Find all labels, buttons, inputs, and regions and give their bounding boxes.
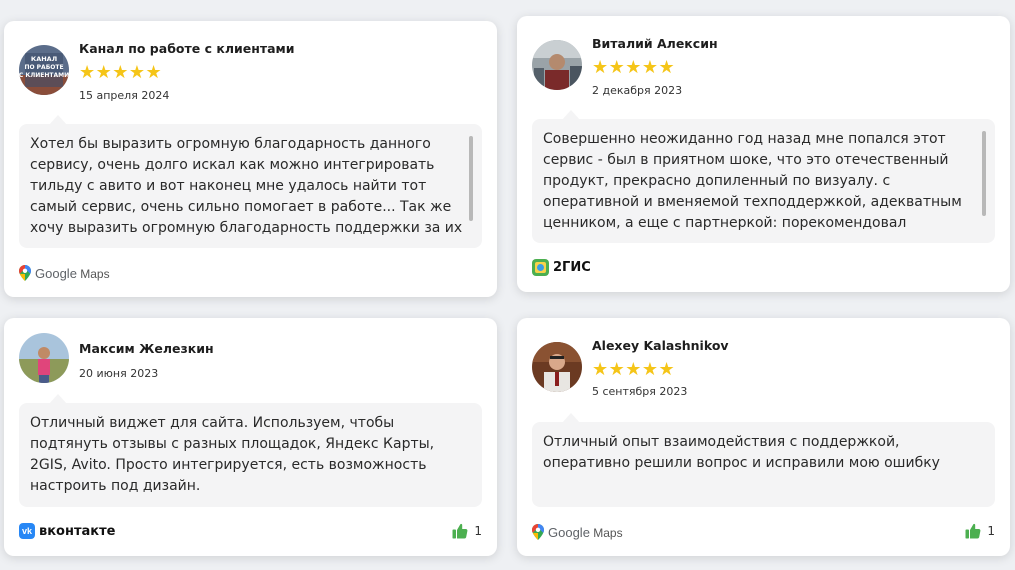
review-text: Отличный виджет для сайта. Используем, ч… xyxy=(30,415,435,494)
author-name: Максим Железкин xyxy=(79,341,214,356)
review-text-bubble[interactable]: Хотел бы выразить огромную благодарность… xyxy=(19,115,482,248)
like-count: 1 xyxy=(987,524,995,538)
avatar xyxy=(19,333,69,383)
source-label: вконтакте xyxy=(39,523,116,539)
vk-logo-icon: vk xyxy=(19,523,35,539)
author-name: Alexey Kalashnikov xyxy=(592,338,729,353)
source-label: Google Maps xyxy=(35,265,110,281)
review-card: КАНАЛ ПО РАБОТЕ С КЛИЕНТАМИ Канал по раб… xyxy=(4,21,497,297)
like-button[interactable]: 1 xyxy=(452,523,482,539)
review-text: Совершенно неожиданно год назад мне попа… xyxy=(543,131,962,231)
thumbs-up-icon xyxy=(965,523,981,539)
review-source[interactable]: Google Maps xyxy=(19,265,110,281)
source-label: Google Maps xyxy=(548,524,623,540)
scrollbar[interactable] xyxy=(469,136,473,221)
review-card: Виталий Алексин ★★★★★ 2 декабря 2023 Сов… xyxy=(517,16,1010,292)
review-date: 5 сентября 2023 xyxy=(592,385,688,398)
avatar xyxy=(532,40,582,90)
review-date: 15 апреля 2024 xyxy=(79,89,170,102)
review-card: Максим Железкин 20 июня 2023 Отличный ви… xyxy=(4,318,497,556)
scrollbar[interactable] xyxy=(982,131,986,216)
review-text-bubble[interactable]: Отличный опыт взаимодействия с поддержко… xyxy=(532,413,995,507)
google-maps-pin-icon xyxy=(532,524,544,540)
svg-text:ПО РАБОТЕ: ПО РАБОТЕ xyxy=(24,64,63,71)
author-name: Виталий Алексин xyxy=(592,36,718,51)
avatar: КАНАЛ ПО РАБОТЕ С КЛИЕНТАМИ xyxy=(19,45,69,95)
review-text: Отличный опыт взаимодействия с поддержко… xyxy=(543,434,940,471)
thumbs-up-icon xyxy=(452,523,468,539)
google-maps-pin-icon xyxy=(19,265,31,281)
like-count: 1 xyxy=(474,524,482,538)
review-date: 20 июня 2023 xyxy=(79,367,159,380)
review-text-bubble[interactable]: Совершенно неожиданно год назад мне попа… xyxy=(532,110,995,243)
2gis-logo-icon xyxy=(532,259,549,276)
author-name: Канал по работе с клиентами xyxy=(79,41,295,56)
review-source[interactable]: Google Maps xyxy=(532,524,623,540)
review-date: 2 декабря 2023 xyxy=(592,84,683,97)
review-card: Alexey Kalashnikov ★★★★★ 5 сентября 2023… xyxy=(517,318,1010,556)
svg-text:КАНАЛ: КАНАЛ xyxy=(31,55,57,63)
like-button[interactable]: 1 xyxy=(965,523,995,539)
review-source[interactable]: vk вконтакте xyxy=(19,523,115,539)
star-rating: ★★★★★ xyxy=(592,57,676,78)
star-rating: ★★★★★ xyxy=(79,62,163,83)
source-label: 2ГИС xyxy=(553,260,591,275)
review-source[interactable]: 2ГИС xyxy=(532,259,591,276)
svg-text:С КЛИЕНТАМИ: С КЛИЕНТАМИ xyxy=(19,72,69,79)
star-rating: ★★★★★ xyxy=(592,359,676,380)
avatar xyxy=(532,342,582,392)
review-text-bubble[interactable]: Отличный виджет для сайта. Используем, ч… xyxy=(19,394,482,507)
review-text: Хотел бы выразить огромную благодарность… xyxy=(30,136,463,236)
